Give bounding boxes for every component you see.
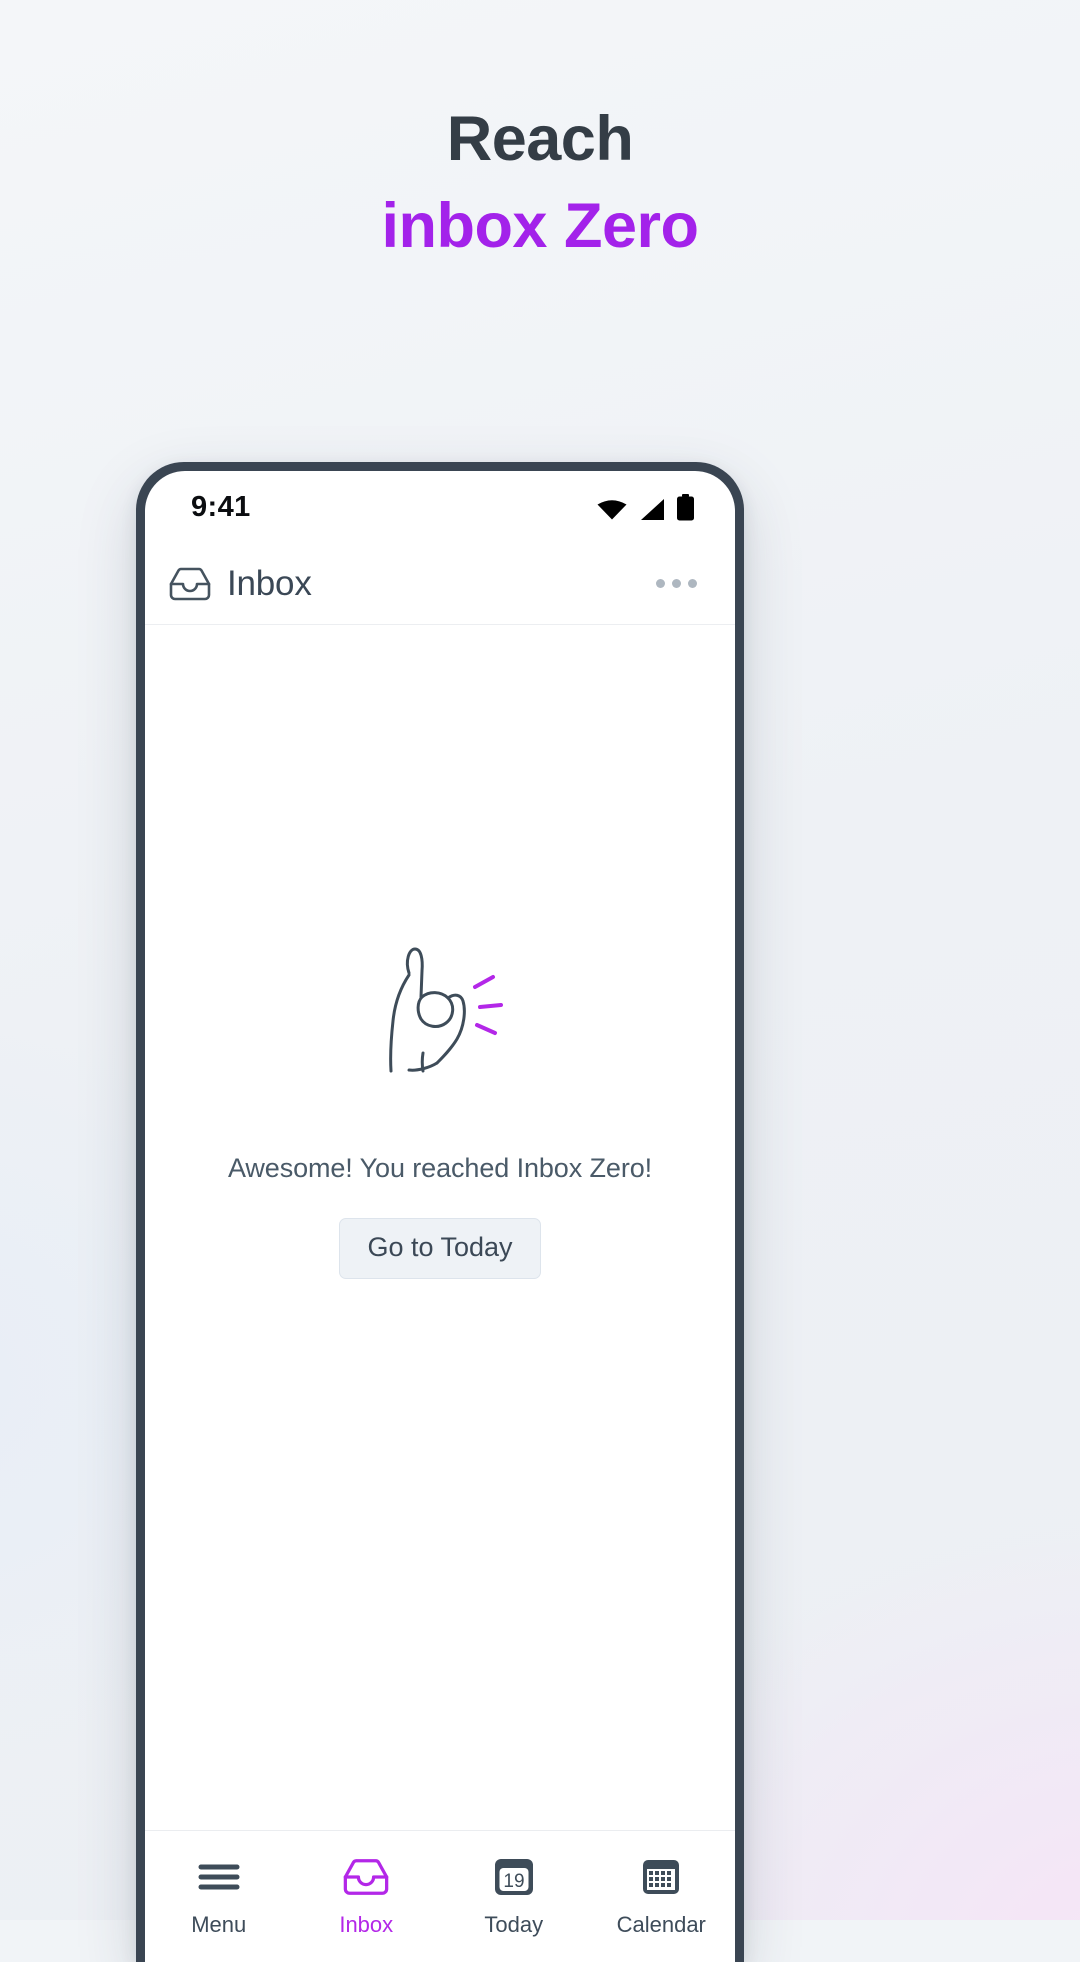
inbox-tray-icon bbox=[169, 567, 211, 600]
nav-item-menu[interactable]: Menu bbox=[145, 1831, 293, 1962]
cellular-signal-icon bbox=[641, 498, 664, 520]
nav-label-menu: Menu bbox=[191, 1912, 247, 1937]
hero-heading: Reach inbox Zero bbox=[0, 108, 1080, 258]
nav-item-today[interactable]: 19 Today bbox=[440, 1831, 588, 1962]
nav-item-calendar[interactable]: Calendar bbox=[588, 1831, 736, 1962]
hamburger-menu-icon bbox=[197, 1855, 241, 1899]
status-bar-icons bbox=[597, 493, 695, 521]
nav-item-inbox[interactable]: Inbox bbox=[293, 1831, 441, 1962]
kebab-menu-icon[interactable] bbox=[652, 569, 701, 598]
nav-label-inbox: Inbox bbox=[339, 1912, 394, 1937]
calendar-day-number: 19 bbox=[503, 1871, 524, 1892]
calendar-grid-icon bbox=[639, 1855, 683, 1899]
phone-mockup: 9:41 Inbox Awesome! You reached Inbox Ze… bbox=[136, 462, 744, 1962]
calendar-day-icon: 19 bbox=[492, 1855, 536, 1899]
app-bar-title-group: Inbox bbox=[167, 564, 652, 604]
hero-line-2: inbox Zero bbox=[381, 191, 699, 261]
nav-label-calendar: Calendar bbox=[616, 1912, 706, 1937]
go-to-today-button[interactable]: Go to Today bbox=[339, 1218, 541, 1279]
nav-label-today: Today bbox=[484, 1912, 544, 1937]
bottom-navigation-bar: Menu Inbox 19 Today Calendar bbox=[145, 1830, 735, 1962]
inbox-tray-icon bbox=[341, 1855, 391, 1899]
ok-hand-icon bbox=[389, 947, 503, 1073]
app-bar: Inbox bbox=[145, 543, 735, 625]
app-bar-title: Inbox bbox=[227, 563, 312, 603]
status-bar-clock: 9:41 bbox=[191, 490, 251, 523]
wifi-icon bbox=[597, 499, 627, 519]
battery-icon bbox=[677, 493, 694, 520]
status-bar: 9:41 bbox=[145, 471, 735, 543]
phone-screen: 9:41 Inbox Awesome! You reached Inbox Ze… bbox=[145, 471, 735, 1962]
empty-state-message: Awesome! You reached Inbox Zero! bbox=[227, 1153, 653, 1183]
hero-line-1: Reach bbox=[446, 104, 634, 174]
inbox-empty-state: Awesome! You reached Inbox Zero! Go to T… bbox=[145, 625, 735, 1830]
